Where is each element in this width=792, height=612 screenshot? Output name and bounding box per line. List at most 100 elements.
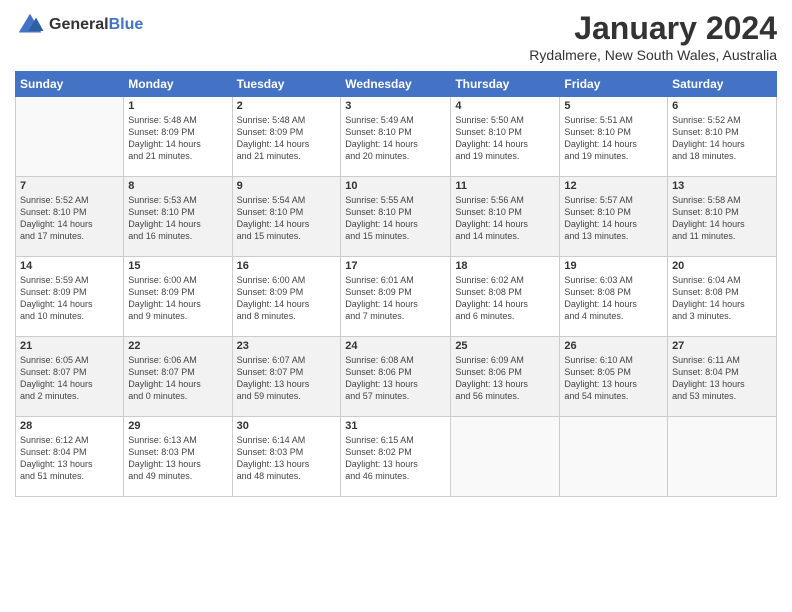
day-number: 31: [345, 420, 446, 432]
calendar-day-cell: 3Sunrise: 5:49 AM Sunset: 8:10 PM Daylig…: [341, 97, 451, 177]
day-number: 13: [672, 180, 772, 192]
calendar-day-cell: 29Sunrise: 6:13 AM Sunset: 8:03 PM Dayli…: [124, 417, 232, 497]
day-number: 7: [20, 180, 119, 192]
calendar-day-cell: 5 Sunrise: 5:51 AM Sunset: 8:10 PM Daylig…: [560, 97, 668, 177]
day-info: Sunrise: 5:50 AM Sunset: 8:10 PM Dayligh…: [455, 114, 555, 163]
calendar-day-cell: 31Sunrise: 6:15 AM Sunset: 8:02 PM Dayli…: [341, 417, 451, 497]
logo-icon: [15, 10, 45, 40]
calendar-day-cell: 22Sunrise: 6:06 AM Sunset: 8:07 PM Dayli…: [124, 337, 232, 417]
calendar-day-cell: 23Sunrise: 6:07 AM Sunset: 8:07 PM Dayli…: [232, 337, 341, 417]
location-title: Rydalmere, New South Wales, Australia: [529, 47, 777, 63]
calendar-day-cell: 30 Sunrise: 6:14 AM Sunset: 8:03 PM Dayli…: [232, 417, 341, 497]
day-number: 24: [345, 340, 446, 352]
day-number: 15: [128, 260, 227, 272]
calendar-day-cell: 13 Sunrise: 5:58 AM Sunset: 8:10 PM Dayli…: [668, 177, 777, 257]
title-area: January 2024 Rydalmere, New South Wales,…: [529, 10, 777, 63]
calendar-day-cell: [668, 417, 777, 497]
calendar-day-cell: 15 Sunrise: 6:00 AM Sunset: 8:09 PM Dayli…: [124, 257, 232, 337]
calendar-week-row: 1 Sunrise: 5:48 AM Sunset: 8:09 PM Daylig…: [16, 97, 777, 177]
day-number: 25: [455, 340, 555, 352]
day-info: Sunrise: 6:00 AM Sunset: 8:09 PM Dayligh…: [237, 274, 337, 323]
weekday-header: Wednesday: [341, 72, 451, 97]
day-number: 26: [564, 340, 663, 352]
day-info: Sunrise: 5:56 AM Sunset: 8:10 PM Dayligh…: [455, 194, 555, 243]
day-info: Sunrise: 6:07 AM Sunset: 8:07 PM Dayligh…: [237, 354, 337, 403]
header: GeneralBlue January 2024 Rydalmere, New …: [15, 10, 777, 63]
day-number: 28: [20, 420, 119, 432]
day-info: Sunrise: 6:00 AM Sunset: 8:09 PM Dayligh…: [128, 274, 227, 323]
calendar-day-cell: 4 Sunrise: 5:50 AM Sunset: 8:10 PM Daylig…: [451, 97, 560, 177]
day-info: Sunrise: 5:48 AM Sunset: 8:09 PM Dayligh…: [128, 114, 227, 163]
calendar-day-cell: 17Sunrise: 6:01 AM Sunset: 8:09 PM Dayli…: [341, 257, 451, 337]
day-number: 27: [672, 340, 772, 352]
weekday-header: Friday: [560, 72, 668, 97]
day-info: Sunrise: 6:14 AM Sunset: 8:03 PM Dayligh…: [237, 434, 337, 483]
calendar-day-cell: 16 Sunrise: 6:00 AM Sunset: 8:09 PM Dayli…: [232, 257, 341, 337]
day-number: 30: [237, 420, 337, 432]
calendar-day-cell: 1 Sunrise: 5:48 AM Sunset: 8:09 PM Daylig…: [124, 97, 232, 177]
day-info: Sunrise: 6:10 AM Sunset: 8:05 PM Dayligh…: [564, 354, 663, 403]
calendar-day-cell: 18Sunrise: 6:02 AM Sunset: 8:08 PM Dayli…: [451, 257, 560, 337]
calendar-day-cell: 6Sunrise: 5:52 AM Sunset: 8:10 PM Daylig…: [668, 97, 777, 177]
calendar-day-cell: 24 Sunrise: 6:08 AM Sunset: 8:06 PM Dayli…: [341, 337, 451, 417]
calendar-week-row: 28 Sunrise: 6:12 AM Sunset: 8:04 PM Dayli…: [16, 417, 777, 497]
calendar-day-cell: 14 Sunrise: 5:59 AM Sunset: 8:09 PM Dayli…: [16, 257, 124, 337]
calendar-day-cell: 8 Sunrise: 5:53 AM Sunset: 8:10 PM Daylig…: [124, 177, 232, 257]
weekday-header: Saturday: [668, 72, 777, 97]
day-number: 1: [128, 100, 227, 112]
calendar-day-cell: 12 Sunrise: 5:57 AM Sunset: 8:10 PM Dayli…: [560, 177, 668, 257]
day-info: Sunrise: 6:01 AM Sunset: 8:09 PM Dayligh…: [345, 274, 446, 323]
day-info: Sunrise: 5:57 AM Sunset: 8:10 PM Dayligh…: [564, 194, 663, 243]
day-number: 9: [237, 180, 337, 192]
day-info: Sunrise: 6:12 AM Sunset: 8:04 PM Dayligh…: [20, 434, 119, 483]
day-info: Sunrise: 5:58 AM Sunset: 8:10 PM Dayligh…: [672, 194, 772, 243]
day-number: 14: [20, 260, 119, 272]
day-info: Sunrise: 6:05 AM Sunset: 8:07 PM Dayligh…: [20, 354, 119, 403]
day-info: Sunrise: 5:51 AM Sunset: 8:10 PM Dayligh…: [564, 114, 663, 163]
day-info: Sunrise: 5:52 AM Sunset: 8:10 PM Dayligh…: [672, 114, 772, 163]
logo-general: General: [49, 16, 109, 33]
page-container: GeneralBlue January 2024 Rydalmere, New …: [0, 0, 792, 502]
day-info: Sunrise: 6:13 AM Sunset: 8:03 PM Dayligh…: [128, 434, 227, 483]
day-number: 12: [564, 180, 663, 192]
calendar-day-cell: 9Sunrise: 5:54 AM Sunset: 8:10 PM Daylig…: [232, 177, 341, 257]
calendar-day-cell: 21 Sunrise: 6:05 AM Sunset: 8:07 PM Dayli…: [16, 337, 124, 417]
day-info: Sunrise: 5:49 AM Sunset: 8:10 PM Dayligh…: [345, 114, 446, 163]
calendar-day-cell: 20 Sunrise: 6:04 AM Sunset: 8:08 PM Dayli…: [668, 257, 777, 337]
day-number: 11: [455, 180, 555, 192]
day-number: 22: [128, 340, 227, 352]
day-info: Sunrise: 6:11 AM Sunset: 8:04 PM Dayligh…: [672, 354, 772, 403]
day-info: Sunrise: 6:04 AM Sunset: 8:08 PM Dayligh…: [672, 274, 772, 323]
calendar-day-cell: [16, 97, 124, 177]
day-number: 4: [455, 100, 555, 112]
day-number: 2: [237, 100, 337, 112]
day-number: 8: [128, 180, 227, 192]
day-info: Sunrise: 5:48 AM Sunset: 8:09 PM Dayligh…: [237, 114, 337, 163]
calendar-day-cell: 28 Sunrise: 6:12 AM Sunset: 8:04 PM Dayli…: [16, 417, 124, 497]
calendar-table: SundayMondayTuesdayWednesdayThursdayFrid…: [15, 71, 777, 497]
day-number: 20: [672, 260, 772, 272]
day-number: 10: [345, 180, 446, 192]
logo-blue: Blue: [109, 16, 144, 33]
calendar-day-cell: [451, 417, 560, 497]
day-number: 16: [237, 260, 337, 272]
calendar-header-row: SundayMondayTuesdayWednesdayThursdayFrid…: [16, 72, 777, 97]
day-info: Sunrise: 6:09 AM Sunset: 8:06 PM Dayligh…: [455, 354, 555, 403]
calendar-week-row: 7 Sunrise: 5:52 AM Sunset: 8:10 PM Daylig…: [16, 177, 777, 257]
day-number: 21: [20, 340, 119, 352]
day-info: Sunrise: 5:55 AM Sunset: 8:10 PM Dayligh…: [345, 194, 446, 243]
month-title: January 2024: [529, 10, 777, 47]
calendar-day-cell: 2 Sunrise: 5:48 AM Sunset: 8:09 PM Daylig…: [232, 97, 341, 177]
day-info: Sunrise: 6:08 AM Sunset: 8:06 PM Dayligh…: [345, 354, 446, 403]
day-info: Sunrise: 5:52 AM Sunset: 8:10 PM Dayligh…: [20, 194, 119, 243]
calendar-week-row: 21 Sunrise: 6:05 AM Sunset: 8:07 PM Dayli…: [16, 337, 777, 417]
day-number: 18: [455, 260, 555, 272]
logo: GeneralBlue: [15, 10, 143, 40]
calendar-day-cell: [560, 417, 668, 497]
weekday-header: Monday: [124, 72, 232, 97]
calendar-week-row: 14 Sunrise: 5:59 AM Sunset: 8:09 PM Dayli…: [16, 257, 777, 337]
day-info: Sunrise: 5:59 AM Sunset: 8:09 PM Dayligh…: [20, 274, 119, 323]
calendar-day-cell: 10 Sunrise: 5:55 AM Sunset: 8:10 PM Dayli…: [341, 177, 451, 257]
day-number: 5: [564, 100, 663, 112]
day-info: Sunrise: 5:53 AM Sunset: 8:10 PM Dayligh…: [128, 194, 227, 243]
